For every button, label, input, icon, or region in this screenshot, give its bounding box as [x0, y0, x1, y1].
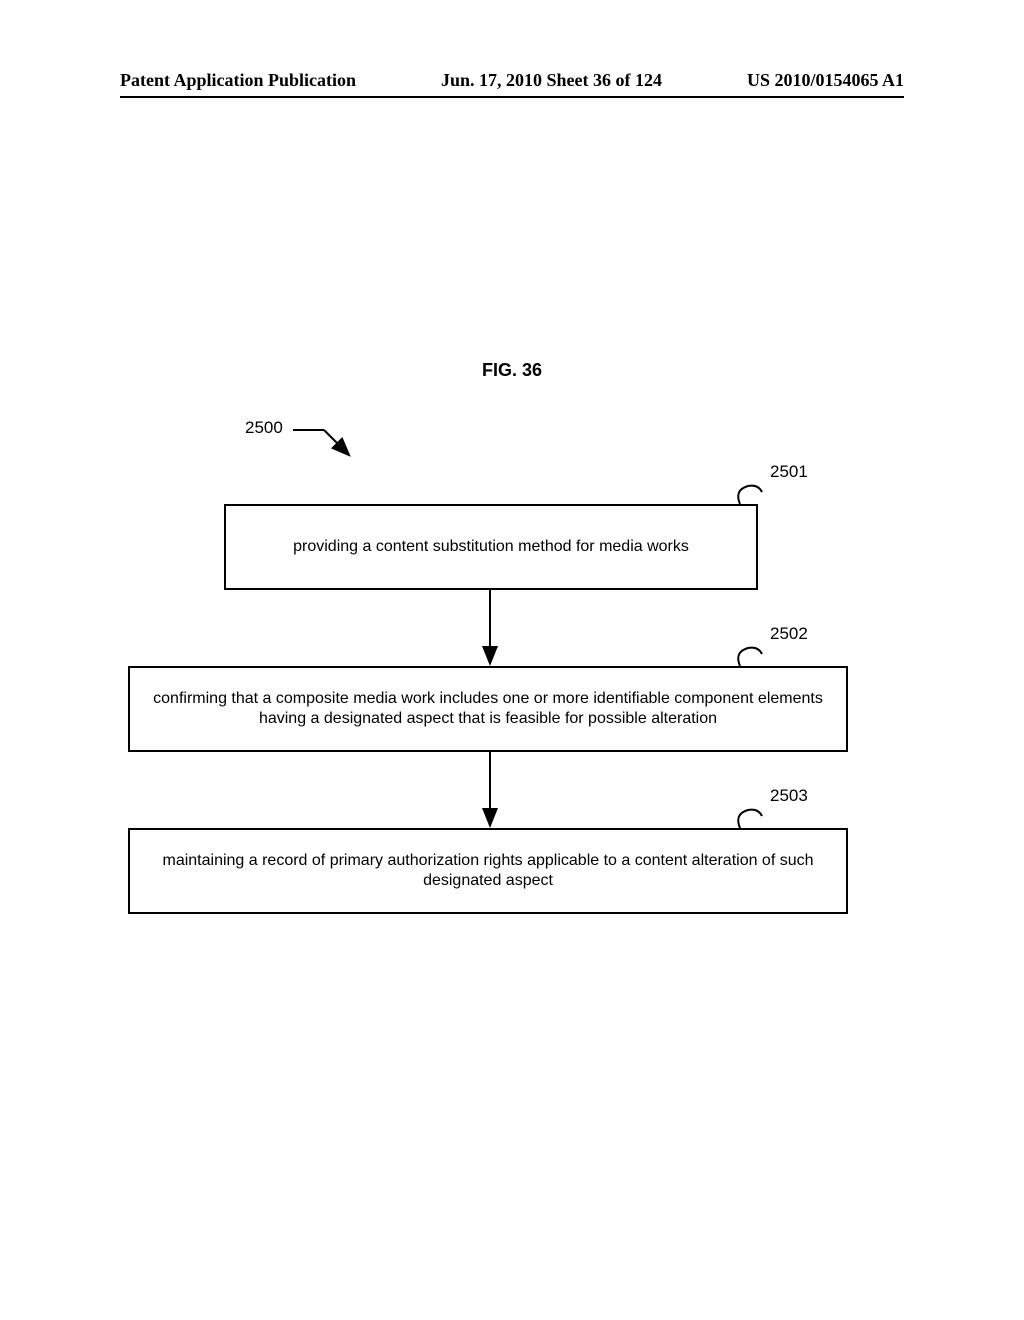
header-center: Jun. 17, 2010 Sheet 36 of 124: [441, 70, 662, 91]
pointer-arrow-2500: [293, 430, 348, 454]
diagram-connectors: [0, 0, 1024, 1320]
flow-box-2503: maintaining a record of primary authoriz…: [128, 828, 848, 914]
figure-title: FIG. 36: [0, 360, 1024, 381]
page-header: Patent Application Publication Jun. 17, …: [120, 70, 904, 91]
flow-box-2501: providing a content substitution method …: [224, 504, 758, 590]
ref-connector-2503: [738, 810, 762, 828]
header-right: US 2010/0154065 A1: [747, 70, 904, 91]
box-ref-2503: 2503: [770, 786, 808, 806]
box-ref-2502: 2502: [770, 624, 808, 644]
flow-box-text: providing a content substitution method …: [293, 537, 689, 557]
box-ref-2501: 2501: [770, 462, 808, 482]
page: Patent Application Publication Jun. 17, …: [0, 0, 1024, 1320]
flow-box-text: maintaining a record of primary authoriz…: [142, 851, 834, 891]
flow-box-2502: confirming that a composite media work i…: [128, 666, 848, 752]
ref-connector-2501: [738, 486, 762, 504]
figure-main-ref: 2500: [245, 418, 283, 438]
header-left: Patent Application Publication: [120, 70, 356, 91]
ref-connector-2502: [738, 648, 762, 666]
header-rule: [120, 96, 904, 98]
flow-box-text: confirming that a composite media work i…: [142, 689, 834, 729]
